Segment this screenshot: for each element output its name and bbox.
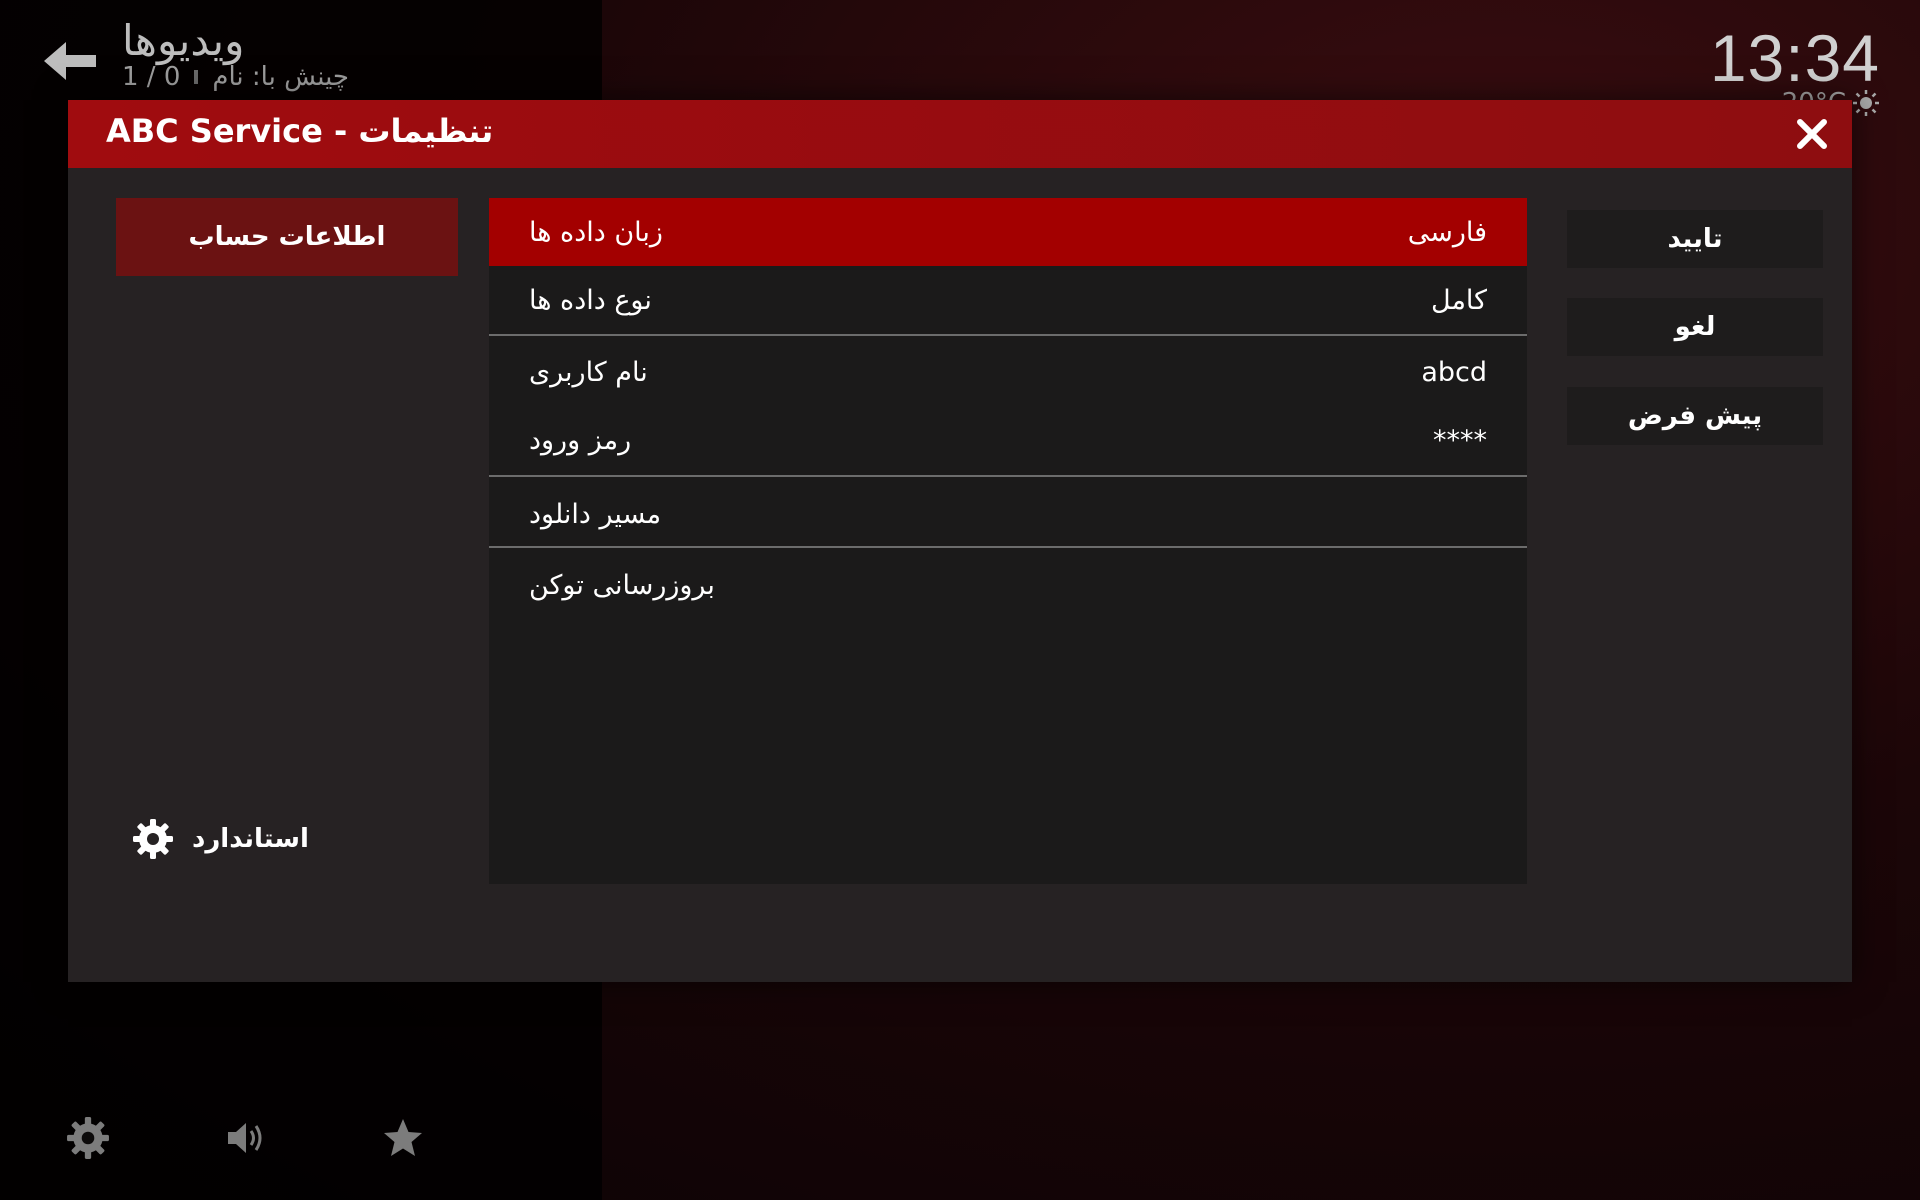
dialog-header: ABC Service - تنظیمات — [68, 100, 1852, 168]
close-icon[interactable] — [1792, 114, 1832, 154]
setting-username[interactable]: نام کاربری abcd — [489, 338, 1527, 406]
setting-label: بروزرسانی توکن — [529, 569, 715, 601]
setting-download-path[interactable]: مسیر دانلود — [489, 480, 1527, 548]
setting-label: نوع داده ها — [529, 284, 652, 316]
gear-icon[interactable] — [66, 1116, 110, 1160]
volume-icon[interactable] — [224, 1116, 268, 1160]
settings-list: زبان داده ها فارسی نوع داده ها کامل نام … — [489, 198, 1527, 884]
gear-icon — [133, 819, 173, 859]
setting-label: مسیر دانلود — [529, 498, 662, 530]
sort-label: چینش با: نام — [212, 62, 349, 92]
settings-level-label: استاندارد — [192, 824, 309, 854]
ok-button[interactable]: تایید — [1567, 210, 1823, 268]
setting-label: نام کاربری — [529, 356, 648, 388]
divider — [489, 475, 1527, 477]
setting-refresh-token[interactable]: بروزرسانی توکن — [489, 551, 1527, 619]
settings-level-button[interactable]: استاندارد — [132, 818, 309, 860]
separator — [194, 70, 199, 84]
divider — [489, 334, 1527, 336]
setting-label: زبان داده ها — [529, 216, 663, 248]
defaults-button[interactable]: پیش فرض — [1567, 387, 1823, 445]
window-title: ویدیوها — [122, 16, 245, 65]
sort-info: 1 / 0 چینش با: نام — [122, 62, 349, 92]
sun-icon — [1853, 90, 1879, 116]
back-arrow-icon[interactable] — [40, 36, 100, 86]
star-icon[interactable] — [381, 1116, 425, 1160]
setting-password[interactable]: رمز ورود **** — [489, 406, 1527, 474]
settings-dialog: ABC Service - تنظیمات اطلاعات حساب استان… — [68, 100, 1852, 982]
cancel-button[interactable]: لغو — [1567, 298, 1823, 356]
clock: 13:34 — [1709, 21, 1880, 95]
setting-value: **** — [1433, 424, 1487, 456]
setting-data-type[interactable]: نوع داده ها کامل — [489, 266, 1527, 334]
setting-value: فارسی — [1407, 216, 1487, 248]
setting-value: abcd — [1421, 356, 1487, 388]
setting-value: کامل — [1431, 284, 1487, 316]
setting-data-language[interactable]: زبان داده ها فارسی — [489, 198, 1527, 266]
item-counter: 1 / 0 — [122, 62, 181, 92]
divider — [489, 546, 1527, 548]
dialog-title: ABC Service - تنظیمات — [106, 112, 494, 150]
setting-label: رمز ورود — [529, 424, 632, 456]
category-account-info[interactable]: اطلاعات حساب — [116, 198, 458, 276]
